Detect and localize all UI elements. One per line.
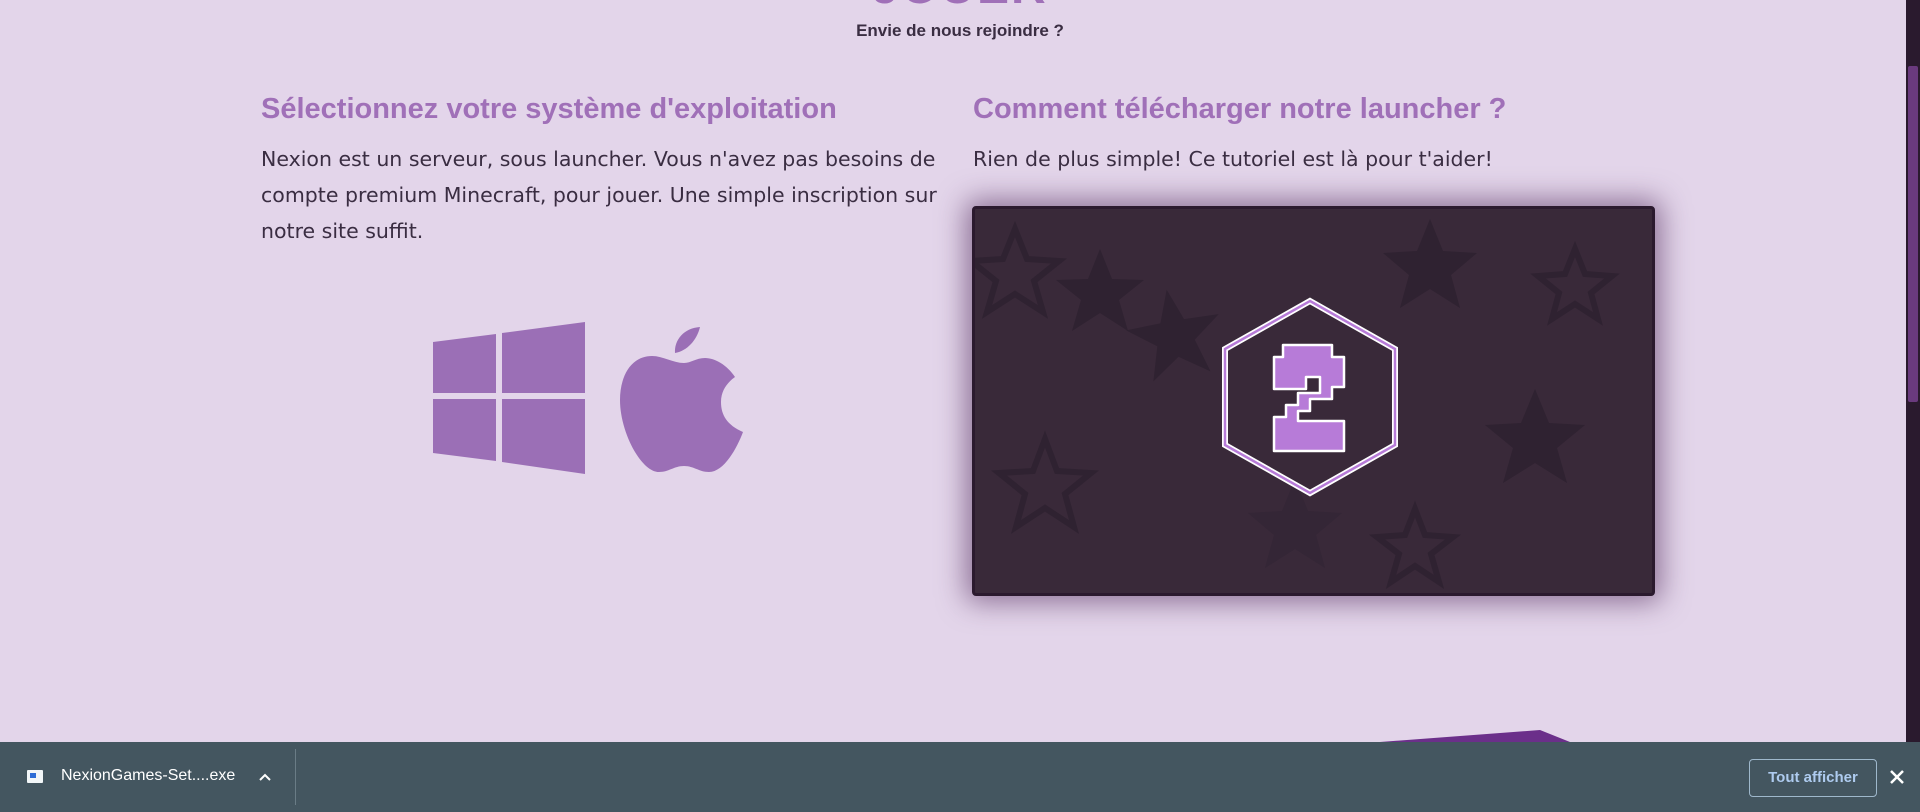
os-section-text: Nexion est un serveur, sous launcher. Vo… [261, 147, 937, 243]
download-bar-divider [295, 749, 296, 805]
page-scrollbar[interactable] [1906, 0, 1920, 742]
chevron-up-icon[interactable] [258, 770, 272, 784]
tutorial-section-text: Rien de plus simple! Ce tutoriel est là … [973, 147, 1493, 171]
hero-title: JOUER [860, 0, 1060, 15]
scrollbar-thumb[interactable] [1908, 66, 1918, 402]
close-icon[interactable] [1888, 768, 1906, 786]
z-hexagon-logo [1222, 297, 1398, 497]
mac-download-button[interactable] [617, 320, 764, 476]
download-item[interactable]: NexionGames-Set....exe [0, 742, 295, 812]
show-all-button[interactable]: Tout afficher [1749, 759, 1877, 797]
tutorial-video[interactable] [972, 206, 1655, 596]
download-bar: NexionGames-Set....exe Tout afficher [0, 742, 1920, 812]
file-icon [27, 770, 43, 783]
decorative-shape [1380, 730, 1570, 742]
windows-icon [433, 322, 585, 474]
apple-icon [620, 327, 764, 472]
windows-download-button[interactable] [433, 322, 585, 474]
page: JOUER Envie de nous rejoindre ? Sélectio… [0, 0, 1906, 742]
download-file-name: NexionGames-Set....exe [61, 767, 236, 784]
tutorial-section-title: Comment télécharger notre launcher ? [973, 93, 1507, 125]
os-section-title: Sélectionnez votre système d'exploitatio… [261, 93, 837, 125]
hero-subtitle: Envie de nous rejoindre ? [856, 21, 1064, 40]
